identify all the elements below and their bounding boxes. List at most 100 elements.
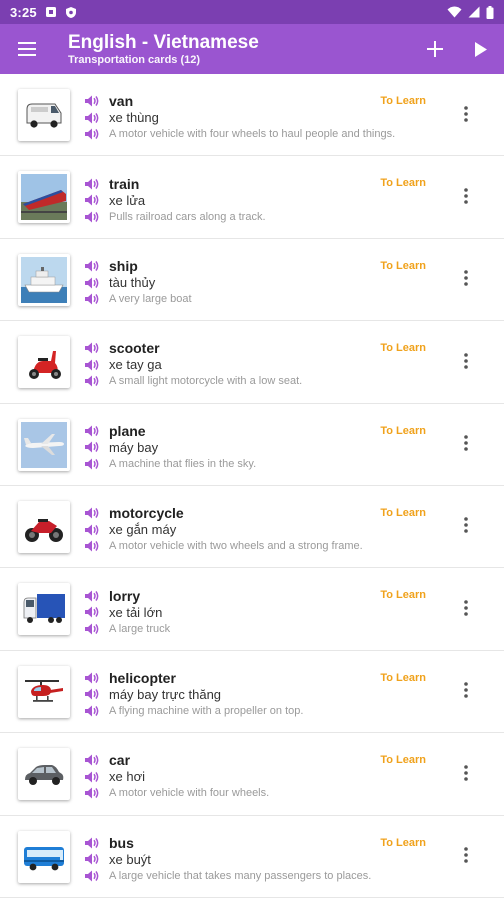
definition-row: A very large boat [84, 291, 374, 308]
card-definition: A large truck [109, 622, 171, 635]
status-label[interactable]: To Learn [380, 589, 426, 601]
card-item[interactable]: motorcycle xe gắn máy A motor vehicle with… [0, 486, 504, 569]
card-term: lorry [109, 587, 141, 604]
speaker-icon[interactable] [84, 440, 100, 454]
status-label[interactable]: To Learn [380, 672, 426, 684]
speaker-icon[interactable] [84, 539, 100, 553]
speaker-icon[interactable] [84, 358, 100, 372]
translation-row: xe tải lớn [84, 604, 374, 621]
speaker-icon[interactable] [84, 836, 100, 850]
card-item[interactable]: train xe lửa Pulls railroad cars along a t… [0, 156, 504, 239]
speaker-icon[interactable] [84, 869, 100, 883]
motorcycle-image[interactable] [18, 500, 70, 553]
status-label[interactable]: To Learn [380, 425, 426, 437]
card-list: van xe thùng A motor vehicle with four whe… [0, 74, 504, 900]
more-options-button[interactable] [456, 103, 476, 129]
card-item[interactable]: van xe thùng A motor vehicle with four whe… [0, 74, 504, 157]
speaker-icon[interactable] [84, 94, 100, 108]
speaker-icon[interactable] [84, 177, 100, 191]
term-row: bus [84, 835, 374, 852]
speaker-icon[interactable] [84, 523, 100, 537]
speaker-icon[interactable] [84, 111, 100, 125]
menu-button[interactable] [0, 24, 54, 74]
term-row: train [84, 175, 374, 192]
status-left: 3:25 [10, 5, 77, 20]
term-row: scooter [84, 340, 374, 357]
card-item[interactable]: car xe hơi A motor vehicle with four wheel… [0, 733, 504, 816]
more-options-button[interactable] [456, 268, 476, 294]
scooter-image[interactable] [18, 336, 70, 389]
more-options-button[interactable] [456, 433, 476, 459]
speaker-icon[interactable] [84, 687, 100, 701]
more-options-button[interactable] [456, 597, 476, 623]
card-definition: A small light motorcycle with a low seat… [109, 375, 303, 388]
card-text: motorcycle xe gắn máy A motor vehicle with… [84, 505, 374, 555]
more-options-button[interactable] [456, 185, 476, 211]
speaker-icon[interactable] [84, 210, 100, 224]
ship-image[interactable] [18, 253, 70, 306]
speaker-icon[interactable] [84, 622, 100, 636]
lorry-image[interactable] [18, 583, 70, 636]
wifi-icon [447, 6, 462, 18]
status-label[interactable]: To Learn [380, 260, 426, 272]
menu-icon [18, 42, 36, 56]
more-vert-icon [464, 270, 468, 291]
more-options-button[interactable] [456, 845, 476, 871]
card-item[interactable]: scooter xe tay ga A small light motorcycle… [0, 321, 504, 404]
car-image[interactable] [18, 748, 70, 801]
card-term: plane [109, 422, 146, 439]
card-term: car [109, 752, 131, 769]
speaker-icon[interactable] [84, 852, 100, 866]
speaker-icon[interactable] [84, 589, 100, 603]
speaker-icon[interactable] [84, 753, 100, 767]
translation-row: xe buýt [84, 851, 374, 868]
status-label[interactable]: To Learn [380, 754, 426, 766]
helicopter-image[interactable] [18, 665, 70, 718]
speaker-icon[interactable] [84, 424, 100, 438]
speaker-icon[interactable] [84, 605, 100, 619]
card-item[interactable]: lorry xe tải lớn A large truck To Learn [0, 568, 504, 651]
status-bar: 3:25 [0, 0, 504, 24]
speaker-icon[interactable] [84, 506, 100, 520]
translation-row: máy bay trực thăng [84, 686, 374, 703]
speaker-icon[interactable] [84, 457, 100, 471]
term-row: plane [84, 423, 374, 440]
train-image[interactable] [18, 171, 70, 224]
play-button[interactable] [458, 24, 504, 74]
van-image[interactable] [18, 89, 70, 141]
speaker-icon[interactable] [84, 193, 100, 207]
card-definition: A machine that flies in the sky. [109, 457, 257, 470]
card-definition: A very large boat [109, 293, 192, 306]
speaker-icon[interactable] [84, 127, 100, 141]
signal-icon [468, 6, 480, 18]
translation-row: tàu thủy [84, 274, 374, 291]
card-item[interactable]: bus xe buýt A large vehicle that takes man… [0, 816, 504, 898]
speaker-icon[interactable] [84, 341, 100, 355]
card-item[interactable]: helicopter máy bay trực thăng A flying mac… [0, 651, 504, 734]
speaker-icon[interactable] [84, 671, 100, 685]
more-options-button[interactable] [456, 762, 476, 788]
card-text: lorry xe tải lớn A large truck [84, 587, 374, 637]
card-item[interactable]: ship tàu thủy A very large boat To Learn [0, 239, 504, 322]
more-options-button[interactable] [456, 515, 476, 541]
status-label[interactable]: To Learn [380, 177, 426, 189]
speaker-icon[interactable] [84, 259, 100, 273]
speaker-icon[interactable] [84, 770, 100, 784]
plane-image[interactable] [18, 418, 70, 471]
card-text: plane máy bay A machine that flies in the … [84, 423, 374, 473]
add-button[interactable] [412, 24, 458, 74]
status-label[interactable]: To Learn [380, 507, 426, 519]
card-item[interactable]: plane máy bay A machine that flies in the … [0, 404, 504, 486]
speaker-icon[interactable] [84, 704, 100, 718]
speaker-icon[interactable] [84, 292, 100, 306]
speaker-icon[interactable] [84, 374, 100, 388]
speaker-icon[interactable] [84, 786, 100, 800]
status-label[interactable]: To Learn [380, 837, 426, 849]
more-options-button[interactable] [456, 680, 476, 706]
bus-image[interactable] [18, 830, 70, 883]
status-label[interactable]: To Learn [380, 342, 426, 354]
card-text: train xe lửa Pulls railroad cars along a t… [84, 175, 374, 225]
status-label[interactable]: To Learn [380, 95, 426, 107]
speaker-icon[interactable] [84, 276, 100, 290]
more-options-button[interactable] [456, 350, 476, 376]
